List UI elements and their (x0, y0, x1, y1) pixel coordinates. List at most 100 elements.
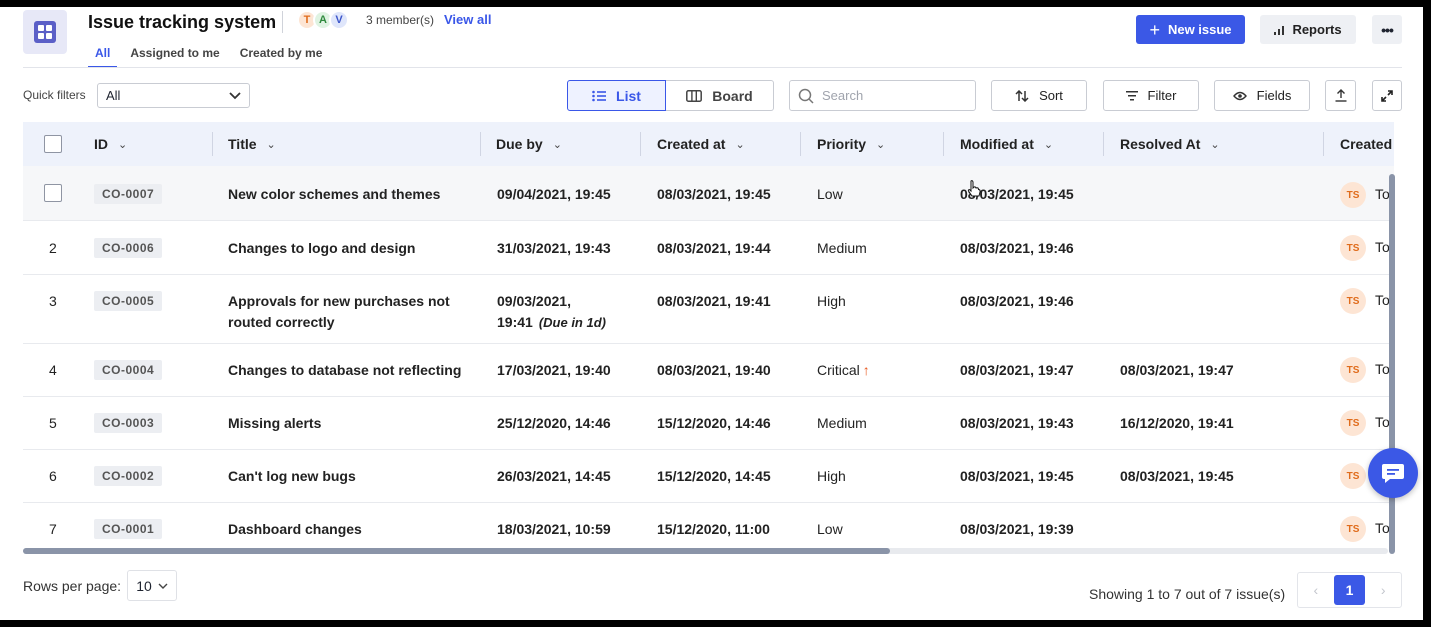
horizontal-scrollbar-thumb[interactable] (23, 548, 890, 554)
priority: Low (817, 521, 843, 537)
checkbox[interactable] (44, 135, 62, 153)
table-row[interactable]: 7 CO-0001 Dashboard changes 18/03/2021, … (23, 503, 1394, 549)
rows-per-page-select[interactable]: 10 (127, 570, 177, 601)
quick-filter-value: All (106, 88, 121, 103)
column-separator[interactable] (212, 132, 213, 156)
avatar[interactable]: TS (1340, 357, 1366, 383)
search-box[interactable] (789, 80, 976, 111)
sort-label: Sort (1039, 88, 1063, 103)
chat-button[interactable] (1368, 448, 1418, 498)
issue-title[interactable]: Can't log new bugs (228, 466, 356, 487)
filter-label: Filter (1147, 88, 1177, 103)
row-number: 2 (49, 240, 57, 256)
due-by: 17/03/2021, 19:40 (497, 362, 611, 378)
creator-name: To (1375, 186, 1390, 202)
avatar[interactable]: TS (1340, 288, 1366, 314)
avatar[interactable]: TS (1340, 463, 1366, 489)
table-row[interactable]: 6 CO-0002 Can't log new bugs 26/03/2021,… (23, 450, 1394, 503)
issue-id-chip[interactable]: CO-0006 (94, 238, 163, 258)
table-row[interactable]: 3 CO-0005 Approvals for new purchases no… (23, 275, 1394, 344)
issue-title[interactable]: Changes to logo and design (228, 238, 415, 259)
view-all-link[interactable]: View all (444, 12, 491, 27)
column-header-due-by[interactable]: Due by ⌄ (496, 122, 562, 166)
row-number: 7 (49, 521, 57, 537)
member-avatars[interactable]: T A V (297, 10, 349, 30)
avatar[interactable]: V (329, 10, 349, 30)
issue-id-chip[interactable]: CO-0007 (94, 184, 163, 204)
avatar[interactable]: TS (1340, 182, 1366, 208)
issue-title[interactable]: Dashboard changes (228, 519, 362, 540)
column-header-title[interactable]: Title ⌄ (228, 122, 276, 166)
chevron-down-icon: ⌄ (1210, 138, 1220, 151)
creator-name: To (1375, 239, 1390, 255)
search-icon (798, 88, 814, 104)
issue-title[interactable]: New color schemes and themes (228, 184, 440, 205)
search-input[interactable] (822, 88, 962, 103)
list-view-button[interactable]: List (567, 80, 666, 111)
column-header-modified-at[interactable]: Modified at ⌄ (960, 122, 1053, 166)
divider (282, 11, 283, 33)
chevron-right-icon[interactable]: › (1365, 582, 1401, 598)
priority: Medium (817, 240, 867, 256)
column-separator[interactable] (1103, 132, 1104, 156)
pagination: ‹ 1 › (1297, 572, 1402, 608)
priority: High (817, 293, 846, 309)
fields-button[interactable]: Fields (1214, 80, 1310, 111)
ellipsis-icon: ••• (1381, 21, 1394, 38)
row-number: 5 (49, 415, 57, 431)
arrow-up-icon: ↑ (862, 362, 870, 378)
issue-id-chip[interactable]: CO-0002 (94, 466, 163, 486)
column-header-created-by[interactable]: Created (1340, 122, 1392, 166)
tab-created-by-me[interactable]: Created by me (233, 46, 330, 68)
created-at: 15/12/2020, 14:45 (657, 468, 771, 484)
table-row[interactable]: CO-0007 New color schemes and themes 09/… (23, 166, 1394, 221)
issue-title[interactable]: Missing alerts (228, 413, 321, 434)
table-header: ID ⌄ Title ⌄ Due by ⌄ Created at ⌄ Priority ⌄… (23, 122, 1394, 166)
issue-id-chip[interactable]: CO-0005 (94, 291, 163, 311)
row-checkbox[interactable] (44, 184, 62, 202)
app-grid-icon[interactable] (23, 10, 67, 54)
board-view-button[interactable]: Board (666, 80, 774, 111)
column-separator[interactable] (640, 132, 641, 156)
creator-name: To (1375, 414, 1390, 430)
new-issue-button[interactable]: + New issue (1136, 15, 1245, 44)
avatar[interactable]: TS (1340, 235, 1366, 261)
avatar[interactable]: TS (1340, 410, 1366, 436)
created-at: 15/12/2020, 11:00 (657, 521, 770, 537)
tab-all[interactable]: All (88, 46, 118, 68)
modified-at: 08/03/2021, 19:43 (960, 415, 1074, 431)
issue-title[interactable]: Changes to database not reflecting (228, 360, 461, 381)
column-separator[interactable] (480, 132, 481, 156)
column-header-created-at[interactable]: Created at ⌄ (657, 122, 745, 166)
avatar[interactable]: TS (1340, 516, 1366, 542)
issue-id-chip[interactable]: CO-0001 (94, 519, 163, 539)
tab-assigned-to-me[interactable]: Assigned to me (123, 46, 226, 68)
more-options-button[interactable]: ••• (1372, 15, 1402, 44)
sort-button[interactable]: Sort (991, 80, 1087, 111)
table-row[interactable]: 5 CO-0003 Missing alerts 25/12/2020, 14:… (23, 397, 1394, 450)
reports-button[interactable]: Reports (1260, 15, 1356, 44)
select-all-checkbox[interactable] (44, 122, 62, 166)
due-note: (Due in 1d) (538, 315, 606, 330)
column-separator[interactable] (1323, 132, 1324, 156)
issue-title[interactable]: routed correctly (228, 312, 335, 333)
fullscreen-button[interactable] (1372, 80, 1402, 111)
issue-title[interactable]: Approvals for new purchases not (228, 291, 450, 312)
issue-id-chip[interactable]: CO-0003 (94, 413, 163, 433)
column-separator[interactable] (800, 132, 801, 156)
column-header-resolved-at[interactable]: Resolved At ⌄ (1120, 122, 1220, 166)
chevron-left-icon[interactable]: ‹ (1298, 582, 1334, 598)
filter-button[interactable]: Filter (1103, 80, 1199, 111)
column-separator[interactable] (943, 132, 944, 156)
column-header-priority[interactable]: Priority ⌄ (817, 122, 885, 166)
column-header-id[interactable]: ID ⌄ (94, 122, 127, 166)
table-row[interactable]: 2 CO-0006 Changes to logo and design 31/… (23, 222, 1394, 275)
issue-id-chip[interactable]: CO-0004 (94, 360, 163, 380)
export-button[interactable] (1325, 80, 1356, 111)
resolved-at: 16/12/2020, 19:41 (1120, 415, 1234, 431)
rows-per-page-value: 10 (136, 577, 152, 594)
creator-name: To (1375, 520, 1390, 536)
table-row[interactable]: 4 CO-0004 Changes to database not reflec… (23, 344, 1394, 397)
page-button-current[interactable]: 1 (1333, 575, 1366, 605)
quick-filters-select[interactable]: All (97, 83, 250, 108)
